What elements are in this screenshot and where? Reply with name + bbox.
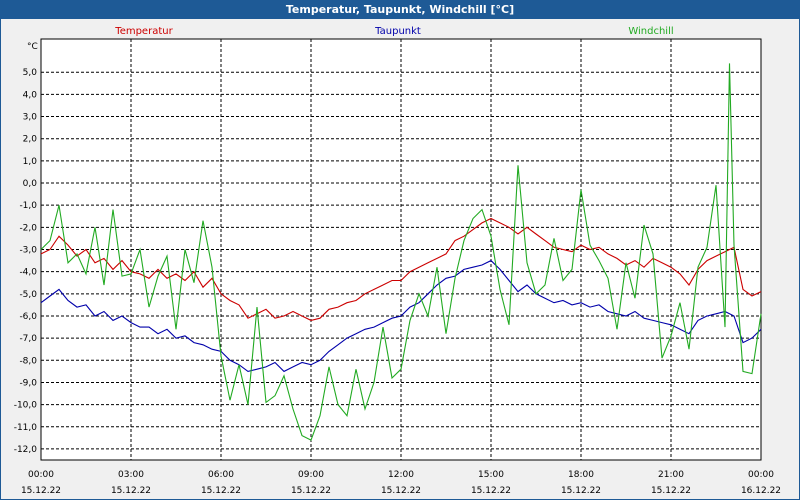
x-tick-date: 15.12.22: [21, 486, 61, 496]
x-tick-time: 09:00: [298, 470, 324, 480]
x-tick-date: 15.12.22: [111, 486, 151, 496]
x-tick-date: 15.12.22: [651, 486, 691, 496]
y-tick-label: -2,0: [19, 223, 37, 233]
y-tick-label: -6,0: [19, 312, 37, 322]
legend-entry-windchill: Windchill: [628, 26, 673, 37]
x-tick-time: 15:00: [478, 470, 504, 480]
y-tick-label: -11,0: [14, 423, 38, 433]
x-tick-time: 21:00: [658, 470, 684, 480]
y-tick-label: -7,0: [19, 334, 37, 344]
chart: 5,0 4,0 3,0 2,0 1,0 0,0 -1,0 -2,0 -3,0 -4,0 -5,0 -6…: [14, 26, 781, 496]
y-tick-label: -8,0: [19, 356, 37, 366]
y-tick-label: -12,0: [14, 445, 38, 455]
legend-entry-taupunkt: Taupunkt: [374, 26, 421, 37]
y-tick-label: 1,0: [23, 157, 38, 167]
x-tick-time: 18:00: [568, 470, 594, 480]
y-tick-label: 0,0: [23, 179, 38, 189]
y-tick-label: -10,0: [14, 401, 38, 411]
y-axis-unit: °C: [27, 42, 38, 52]
y-tick-label: -1,0: [19, 201, 37, 211]
y-tick-label: -3,0: [19, 246, 37, 256]
y-tick-label: -9,0: [19, 378, 37, 388]
y-tick-label: 5,0: [23, 68, 38, 78]
x-tick-date: 15.12.22: [471, 486, 511, 496]
x-tick-time: 12:00: [388, 470, 414, 480]
x-tick-time: 00:00: [28, 470, 54, 480]
x-tick-time: 06:00: [208, 470, 234, 480]
x-tick-date: 15.12.22: [381, 486, 421, 496]
x-tick-time: 03:00: [118, 470, 144, 480]
x-tick-date: 16.12.22: [741, 486, 781, 496]
y-tick-label: 2,0: [23, 135, 38, 145]
x-tick-date: 15.12.22: [291, 486, 331, 496]
x-tick-date: 15.12.22: [561, 486, 601, 496]
chart-window: Temperatur, Taupunkt, Windchill [°C] 5,0…: [0, 0, 800, 500]
x-tick-time: 00:00: [748, 470, 774, 480]
y-tick-label: -4,0: [19, 268, 37, 278]
y-tick-label: 3,0: [23, 113, 38, 123]
y-tick-label: 4,0: [23, 90, 38, 100]
y-tick-label: -5,0: [19, 290, 37, 300]
legend-entry-temperatur: Temperatur: [114, 26, 173, 37]
x-tick-date: 15.12.22: [201, 486, 241, 496]
